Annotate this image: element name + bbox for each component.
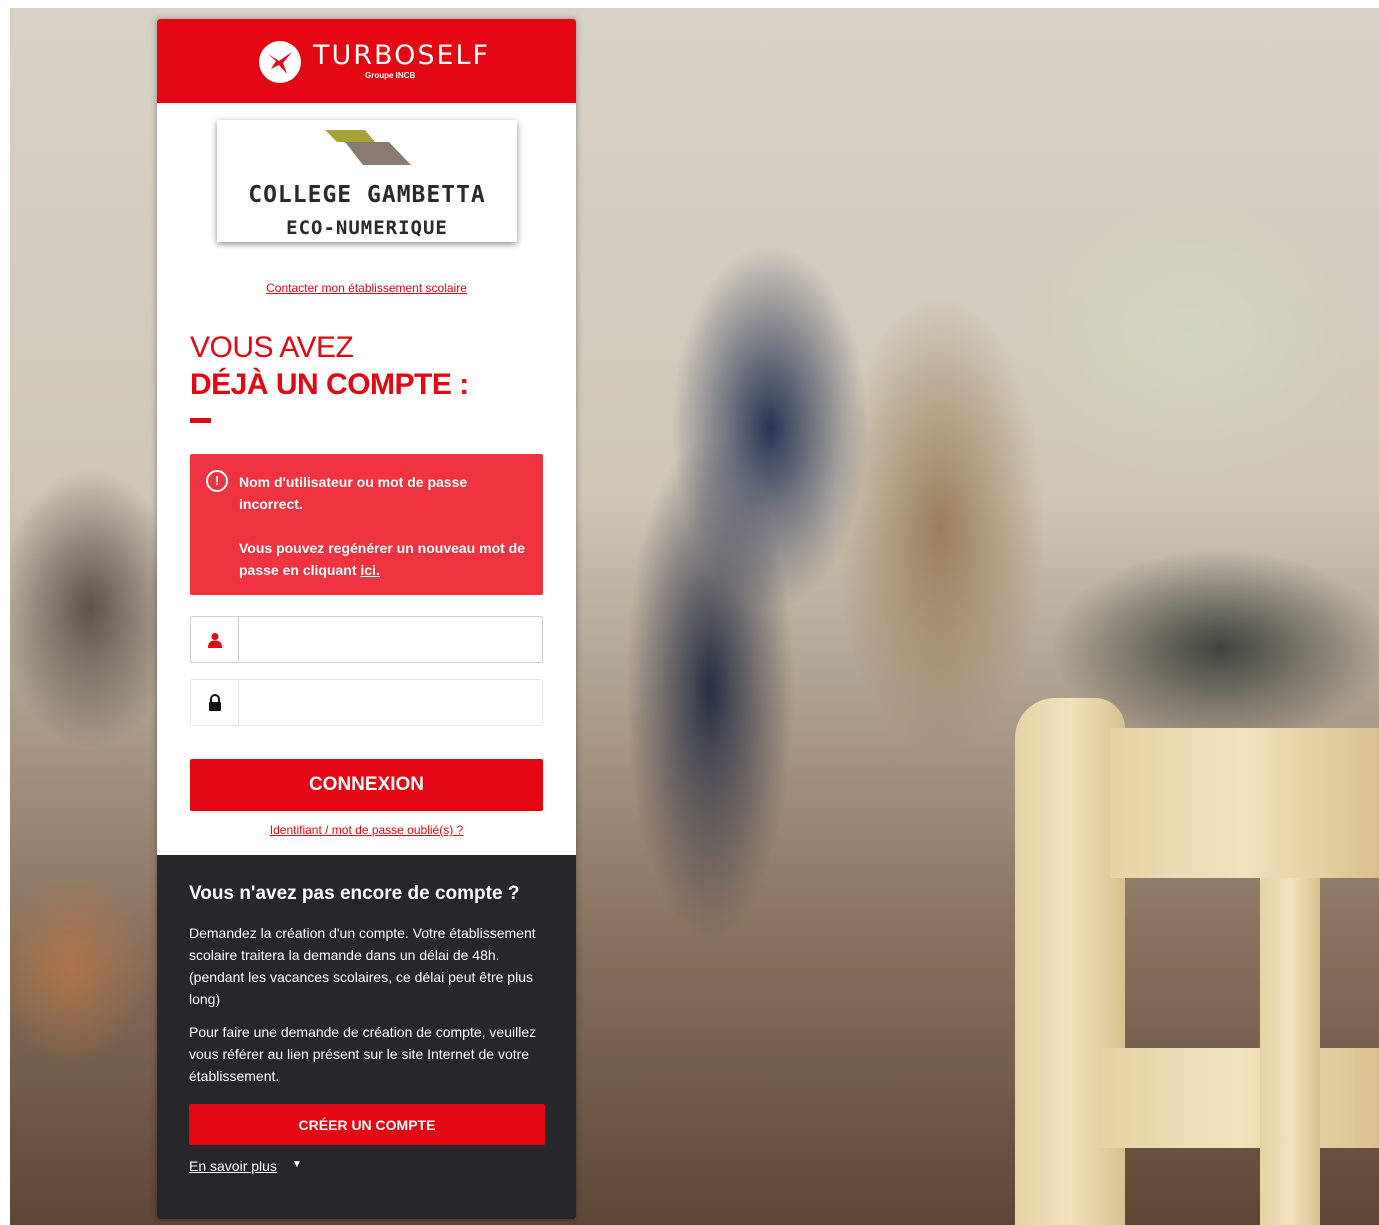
username-input[interactable] bbox=[239, 617, 540, 662]
error-message: Nom d'utilisateur ou mot de passe incorr… bbox=[239, 474, 468, 512]
learn-more-link[interactable]: En savoir plus bbox=[189, 1158, 277, 1174]
hummingbird-logo-icon bbox=[259, 41, 301, 83]
brand-header: TURBOSELF Groupe INCB bbox=[157, 19, 576, 103]
signup-title: Vous n'avez pas encore de compte ? bbox=[189, 883, 520, 904]
login-title-bold: DÉJÀ UN COMPTE : bbox=[190, 368, 469, 401]
lock-icon bbox=[191, 680, 239, 725]
login-card: TURBOSELF Groupe INCB COLLEGE GAMBETTA E… bbox=[157, 19, 576, 1219]
chair-leg-decoration bbox=[1260, 878, 1320, 1225]
password-group bbox=[190, 679, 543, 726]
signup-section: Vous n'avez pas encore de compte ? Deman… bbox=[157, 855, 576, 1219]
signup-paragraph-2: Pour faire une demande de création de co… bbox=[189, 1024, 537, 1084]
title-underline-bar bbox=[190, 418, 211, 423]
error-regenerate-text: Vous pouvez regénérer un nouveau mot de … bbox=[239, 537, 529, 581]
chair-rail-decoration bbox=[1110, 728, 1379, 878]
contact-school-link[interactable]: Contacter mon établissement scolaire bbox=[157, 281, 576, 295]
chair-seat-decoration bbox=[1100, 1048, 1379, 1148]
create-account-button[interactable]: CRÉER UN COMPTE bbox=[189, 1104, 545, 1145]
regenerate-password-link[interactable]: ici. bbox=[360, 562, 379, 578]
login-section: COLLEGE GAMBETTA ECO-NUMERIQUE Contacter… bbox=[157, 103, 576, 855]
brand-subtitle: Groupe INCB bbox=[365, 71, 416, 80]
user-icon bbox=[191, 617, 239, 662]
school-logo: COLLEGE GAMBETTA ECO-NUMERIQUE bbox=[217, 120, 517, 242]
error-alert: ! Nom d'utilisateur ou mot de passe inco… bbox=[190, 454, 543, 595]
error-regenerate-prefix: Vous pouvez regénérer un nouveau mot de … bbox=[239, 540, 526, 578]
username-group bbox=[190, 616, 543, 663]
alert-circle-icon: ! bbox=[206, 470, 228, 492]
password-input[interactable] bbox=[239, 680, 540, 725]
brand-name: TURBOSELF bbox=[313, 40, 491, 71]
forgot-credentials-link[interactable]: Identifiant / mot de passe oublié(s) ? bbox=[157, 823, 576, 837]
school-name: COLLEGE GAMBETTA bbox=[248, 182, 486, 208]
school-subtitle: ECO-NUMERIQUE bbox=[286, 217, 448, 239]
signup-paragraph-1: Demandez la création d'un compte. Votre … bbox=[189, 925, 536, 1007]
school-emblem-icon bbox=[325, 130, 411, 165]
chevron-down-icon[interactable]: ▼ bbox=[292, 1159, 302, 1170]
login-title-light: VOUS AVEZ bbox=[190, 331, 354, 364]
login-button[interactable]: CONNEXION bbox=[190, 759, 543, 811]
